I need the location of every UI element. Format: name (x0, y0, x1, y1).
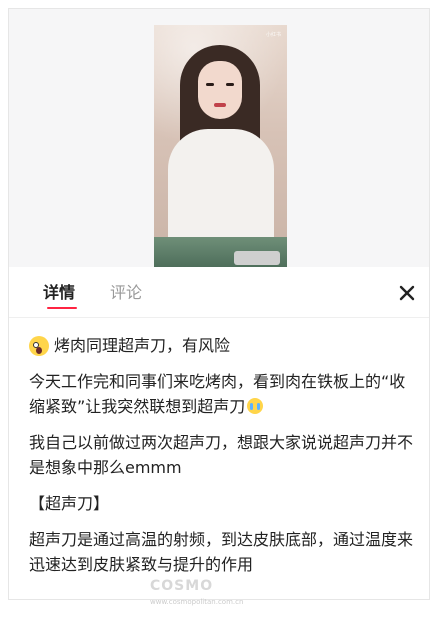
video-subject-shirt (168, 129, 274, 249)
video-thumbnail[interactable]: 小红书 (154, 25, 287, 267)
video-subject-eye (226, 83, 234, 86)
video-subject-lips (214, 103, 226, 107)
post-paragraph: 我自己以前做过两次超声刀，想跟大家说说超声刀并不是想象中那么emmm (29, 433, 414, 477)
active-tab-indicator (47, 307, 77, 309)
tab-comments[interactable]: 评论 (110, 283, 142, 303)
scream-emoji-icon (29, 335, 49, 356)
post-section-heading: 【超声刀】 (29, 494, 110, 513)
close-icon[interactable] (397, 283, 417, 303)
video-subject-face (198, 61, 242, 119)
detail-panel: 详情 评论 烤肉同理超声刀，有风险 今天工作完和同事们来吃烤肉，看到肉在铁板上的… (9, 267, 429, 599)
post-title: 烤肉同理超声刀，有风险 (54, 336, 231, 355)
post-paragraph: 超声刀是通过高温的射频，到达皮肤底部，通过温度来迅速达到皮肤紧致与提升的作用 (29, 530, 414, 574)
post-paragraph-text: 今天工作完和同事们来吃烤肉，看到肉在铁板上的“收缩紧致”让我突然联想到超声刀 (29, 372, 406, 416)
tab-detail[interactable]: 详情 (43, 283, 75, 303)
site-watermark-url: www.cosmopolitan.com.cn (150, 598, 244, 606)
post-content: 烤肉同理超声刀，有风险 今天工作完和同事们来吃烤肉，看到肉在铁板上的“收缩紧致”… (29, 333, 421, 588)
post-title-line: 烤肉同理超声刀，有风险 (29, 333, 421, 358)
video-watermark: 小红书 (265, 32, 281, 38)
site-watermark-logo: COSMO (150, 578, 214, 594)
video-subject-eye (206, 83, 214, 86)
tab-divider (9, 317, 429, 318)
video-sink (234, 251, 280, 265)
crying-emoji-icon (247, 398, 264, 414)
tab-bar: 详情 评论 (9, 267, 429, 317)
post-paragraph: 今天工作完和同事们来吃烤肉，看到肉在铁板上的“收缩紧致”让我突然联想到超声刀 (29, 369, 421, 419)
post-detail-frame: 小红书 详情 评论 烤肉同理超声刀，有风险 今天工作完和同事们来吃烤肉，看到肉在… (8, 8, 430, 600)
video-area: 小红书 (9, 9, 429, 267)
